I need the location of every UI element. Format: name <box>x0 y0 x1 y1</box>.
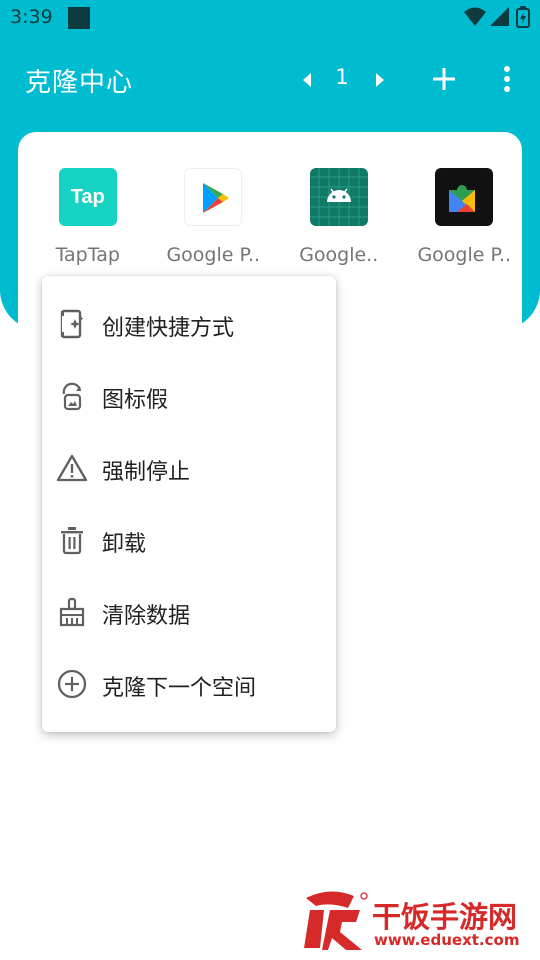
menu-item-label: 卸载 <box>102 532 147 557</box>
signal-icon <box>490 7 509 26</box>
brush-icon <box>59 597 85 627</box>
menu-item-label: 强制停止 <box>102 460 191 485</box>
watermark-url: www.eduext.com <box>374 931 520 949</box>
app-label: Google P.. <box>417 244 512 266</box>
notification-icon <box>68 7 90 29</box>
status-time: 3:39 <box>10 6 53 28</box>
watermark: 干饭手游网 www.eduext.com <box>300 888 532 954</box>
menu-item-label: 克隆下一个空间 <box>102 676 257 701</box>
menu-item-create-shortcut[interactable]: 创建快捷方式 <box>42 288 336 360</box>
app-label: Google.. <box>299 244 379 266</box>
warning-icon <box>56 454 88 482</box>
battery-icon <box>516 6 530 28</box>
next-page-icon[interactable] <box>367 68 391 92</box>
clone-center-screen: 3:39 克隆中心 1 Tap TapTap Google P.. Google… <box>0 0 540 960</box>
taptap-icon: Tap <box>58 168 117 226</box>
previous-page-icon[interactable] <box>296 68 320 92</box>
app-item[interactable]: Google P.. <box>156 168 272 266</box>
app-bar: 克隆中心 1 <box>0 50 540 110</box>
google-play-icon <box>184 168 243 226</box>
menu-item-force-stop[interactable]: 强制停止 <box>42 432 336 504</box>
shortcut-icon <box>60 309 84 339</box>
menu-item-fake-icon[interactable]: 图标假 <box>42 360 336 432</box>
app-label: Google P.. <box>166 244 261 266</box>
menu-item-label: 清除数据 <box>102 604 191 629</box>
menu-item-clear-data[interactable]: 清除数据 <box>42 576 336 648</box>
menu-item-clone-next-space[interactable]: 克隆下一个空间 <box>42 648 336 720</box>
watermark-title: 干饭手游网 <box>372 900 518 934</box>
android-icon <box>309 168 368 226</box>
more-options-icon[interactable] <box>492 63 522 95</box>
google-play-services-icon <box>435 168 494 226</box>
page-number: 1 <box>335 65 349 89</box>
taptap-icon-text: Tap <box>70 185 105 208</box>
app-item[interactable]: Google.. <box>281 168 397 266</box>
app-context-menu: 创建快捷方式 图标假 强制停止 卸载 清除数据 克隆下一个空间 <box>42 276 336 732</box>
add-circle-icon <box>57 669 87 699</box>
menu-item-label: 图标假 <box>102 388 169 413</box>
add-icon[interactable] <box>428 63 460 95</box>
page-title: 克隆中心 <box>25 68 134 98</box>
menu-item-label: 创建快捷方式 <box>102 316 235 341</box>
app-item[interactable]: Google P.. <box>407 168 523 266</box>
menu-item-uninstall[interactable]: 卸载 <box>42 504 336 576</box>
wifi-icon <box>464 7 486 26</box>
status-bar: 3:39 <box>0 0 540 36</box>
app-label: TapTap <box>55 244 120 266</box>
app-item[interactable]: Tap TapTap <box>30 168 146 266</box>
app-grid: Tap TapTap Google P.. Google.. Google P.… <box>18 168 522 266</box>
trash-icon <box>61 527 83 555</box>
fake-icon-icon <box>62 382 82 411</box>
watermark-logo-icon <box>304 891 368 950</box>
